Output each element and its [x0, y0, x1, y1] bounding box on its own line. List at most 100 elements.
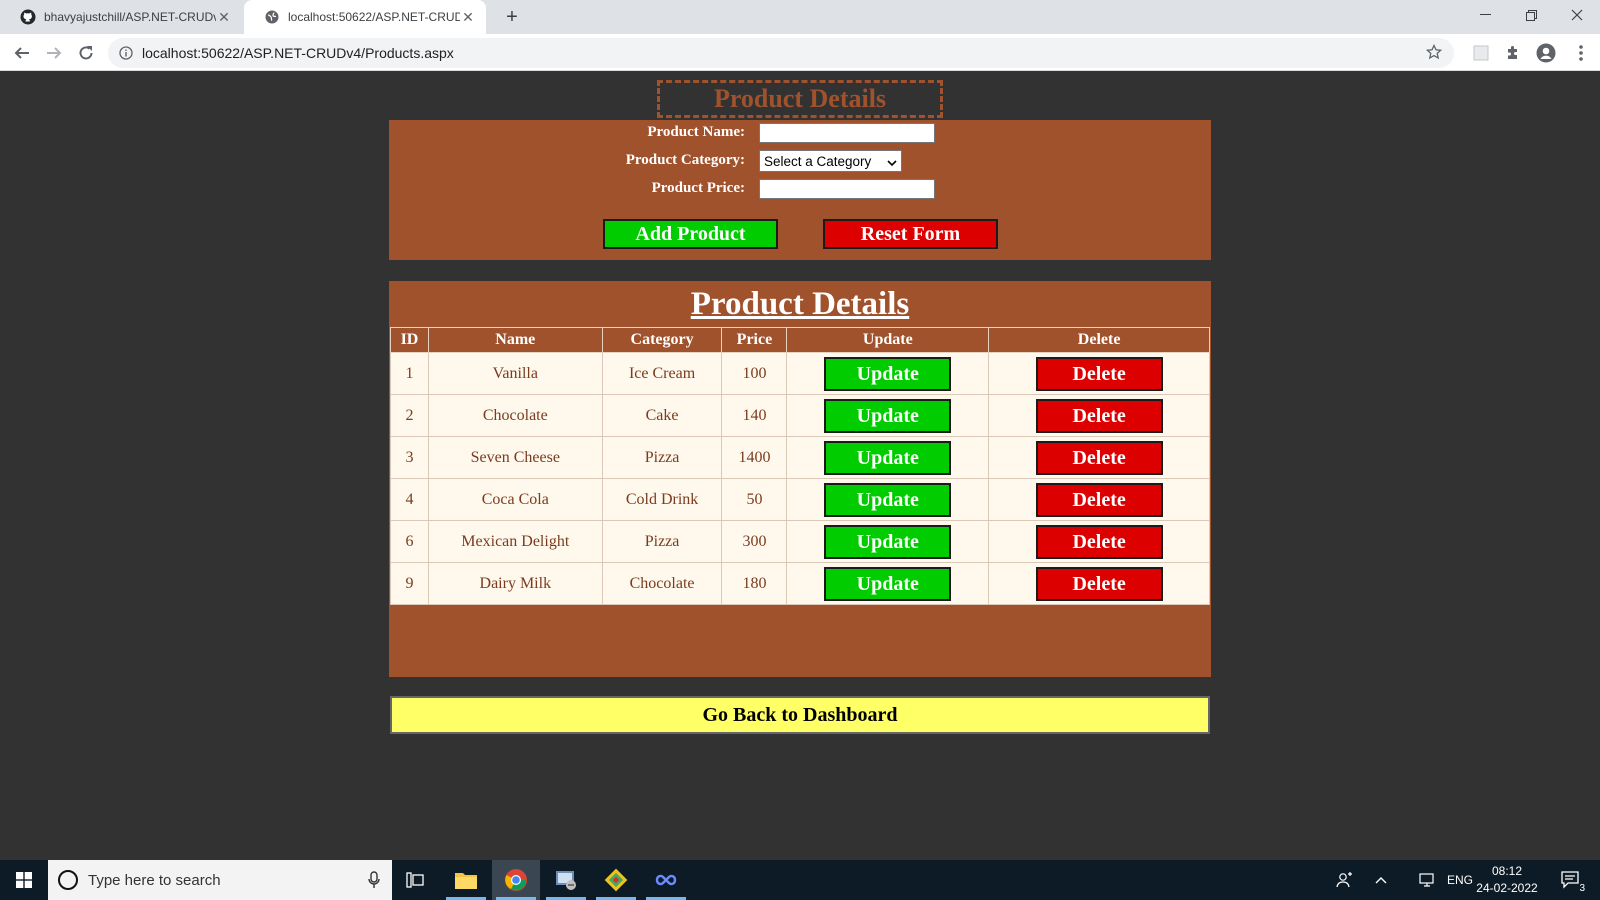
globe-icon [264, 9, 280, 25]
cell-update: Update [786, 478, 990, 521]
update-button[interactable]: Update [824, 524, 952, 559]
header-category: Category [601, 327, 723, 353]
reload-icon[interactable] [72, 39, 100, 67]
header-update: Update [786, 327, 990, 353]
product-form: Product Name: Product Category: Select a… [389, 120, 1211, 260]
update-button[interactable]: Update [824, 398, 952, 433]
header-id: ID [390, 327, 429, 353]
cell-name: Dairy Milk [427, 562, 603, 605]
cell-category: Pizza [601, 436, 723, 479]
menu-icon[interactable] [1570, 42, 1592, 64]
clock[interactable]: 08:12 24-02-2022 [1472, 863, 1542, 897]
chrome-icon[interactable] [492, 860, 540, 900]
cell-delete: Delete [988, 562, 1210, 605]
update-button[interactable]: Update [824, 482, 952, 517]
cell-update: Update [786, 562, 990, 605]
cell-price: 140 [721, 394, 788, 437]
table-row: 6 Mexican Delight Pizza 300 Update Delet… [390, 520, 1210, 563]
delete-button[interactable]: Delete [1035, 482, 1163, 517]
delete-button[interactable]: Delete [1035, 566, 1163, 601]
chevron-up-icon[interactable] [1368, 860, 1394, 900]
product-price-label: Product Price: [651, 180, 745, 196]
language-indicator[interactable]: ENG [1446, 860, 1474, 900]
reset-form-button[interactable]: Reset Form [823, 219, 998, 249]
delete-button[interactable]: Delete [1035, 524, 1163, 559]
cell-price: 100 [721, 352, 788, 395]
product-name-input[interactable] [759, 123, 935, 143]
search-placeholder: Type here to search [88, 871, 221, 889]
sql-server-icon[interactable] [542, 860, 590, 900]
back-to-dashboard-button[interactable]: Go Back to Dashboard [390, 696, 1210, 734]
close-tab-icon[interactable]: ✕ [216, 9, 232, 26]
restore-icon[interactable] [1508, 0, 1554, 30]
cell-id: 9 [390, 562, 429, 605]
task-view-icon[interactable] [392, 860, 440, 900]
back-arrow-icon[interactable] [8, 39, 36, 67]
cell-id: 3 [390, 436, 429, 479]
profile-icon[interactable] [1535, 42, 1557, 64]
cell-price: 50 [721, 478, 788, 521]
github-icon [20, 9, 36, 25]
url-text: localhost:50622/ASP.NET-CRUDv4/Products.… [142, 45, 454, 61]
table-row: 1 Vanilla Ice Cream 100 Update Delete [390, 352, 1210, 395]
visual-studio-icon[interactable] [642, 860, 690, 900]
delete-button[interactable]: Delete [1035, 398, 1163, 433]
windows-start-icon[interactable] [0, 860, 48, 900]
notifications-icon[interactable]: 3 [1553, 860, 1589, 900]
tab-title: localhost:50622/ASP.NET-CRUDv4 [288, 10, 460, 24]
tab-github[interactable]: bhavyajustchill/ASP.NET-CRUDv4 ✕ [0, 0, 242, 34]
cell-id: 1 [390, 352, 429, 395]
header-price: Price [721, 327, 788, 353]
update-button[interactable]: Update [824, 440, 952, 475]
minimize-icon[interactable] [1462, 0, 1508, 30]
update-button[interactable]: Update [824, 566, 952, 601]
git-gui-icon[interactable] [592, 860, 640, 900]
forward-arrow-icon[interactable] [40, 39, 68, 67]
cell-name: Mexican Delight [427, 520, 603, 563]
header-name: Name [427, 327, 603, 353]
update-button[interactable]: Update [824, 356, 952, 391]
extensions-icon[interactable] [1502, 42, 1524, 64]
cell-delete: Delete [988, 478, 1210, 521]
product-price-input[interactable] [759, 179, 935, 199]
tab-localhost[interactable]: localhost:50622/ASP.NET-CRUDv4 ✕ [244, 0, 486, 34]
cell-category: Chocolate [601, 562, 723, 605]
people-icon[interactable] [1330, 860, 1360, 900]
category-selected-value: Select a Category [764, 153, 872, 169]
taskbar: Type here to search ENG 08:12 24-02-2022… [0, 860, 1600, 900]
cell-name: Vanilla [427, 352, 603, 395]
file-explorer-icon[interactable] [442, 860, 490, 900]
close-window-icon[interactable] [1554, 0, 1600, 30]
delete-button[interactable]: Delete [1035, 356, 1163, 391]
network-icon[interactable] [1414, 860, 1442, 900]
clock-date: 24-02-2022 [1476, 881, 1538, 895]
delete-button[interactable]: Delete [1035, 440, 1163, 475]
table-title: Product Details [690, 286, 910, 322]
header-delete: Delete [988, 327, 1210, 353]
address-bar[interactable]: localhost:50622/ASP.NET-CRUDv4/Products.… [108, 38, 1454, 68]
product-category-select[interactable]: Select a Category [759, 150, 902, 172]
star-icon[interactable] [1425, 43, 1443, 65]
microphone-icon[interactable] [368, 871, 380, 894]
cell-id: 2 [390, 394, 429, 437]
add-product-button[interactable]: Add Product [603, 219, 778, 249]
tab-title: bhavyajustchill/ASP.NET-CRUDv4 [44, 10, 216, 24]
cell-update: Update [786, 436, 990, 479]
new-tab-button[interactable]: + [500, 5, 524, 29]
product-price-row: Product Price: [389, 177, 1211, 201]
product-name-label: Product Name: [647, 124, 745, 140]
page-content: Product Details Product Name: Product Ca… [0, 71, 1600, 860]
cell-name: Chocolate [427, 394, 603, 437]
cell-delete: Delete [988, 520, 1210, 563]
extension-puzzle-placeholder-icon[interactable] [1470, 42, 1492, 64]
info-icon[interactable] [118, 45, 134, 61]
clock-time: 08:12 [1491, 864, 1523, 878]
close-tab-icon[interactable]: ✕ [460, 9, 476, 26]
cell-category: Cold Drink [601, 478, 723, 521]
taskbar-search[interactable]: Type here to search [48, 860, 392, 900]
cell-id: 4 [390, 478, 429, 521]
cell-price: 1400 [721, 436, 788, 479]
products-table: ID Name Category Price Update Delete 1 V… [390, 327, 1210, 605]
tab-strip: bhavyajustchill/ASP.NET-CRUDv4 ✕ localho… [0, 0, 1600, 34]
product-name-row: Product Name: [389, 121, 1211, 145]
